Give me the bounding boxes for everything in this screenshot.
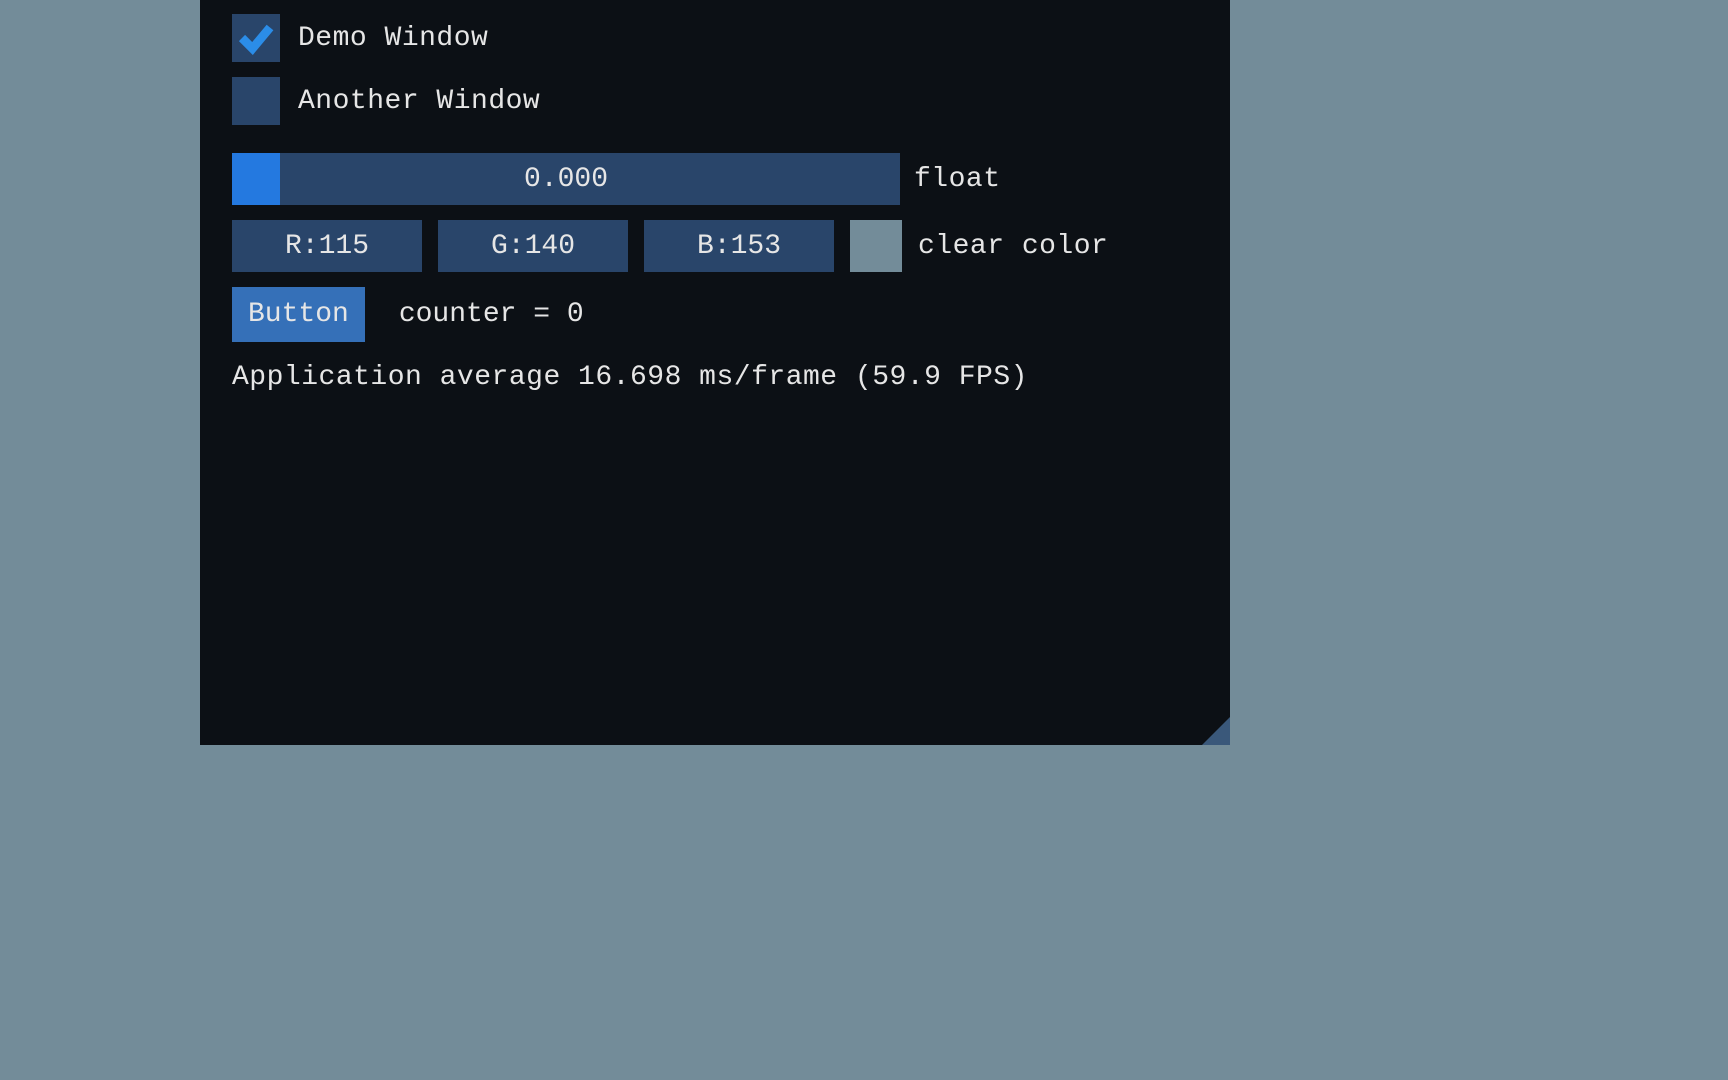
clear-color-label: clear color (918, 231, 1108, 262)
color-r-input[interactable]: R:115 (232, 220, 422, 272)
another-window-checkbox[interactable] (232, 77, 280, 125)
slider-grab-handle[interactable] (232, 153, 280, 205)
demo-window-label: Demo Window (298, 23, 488, 54)
counter-text: counter = 0 (399, 299, 584, 330)
color-swatch[interactable] (850, 220, 902, 272)
check-icon (235, 17, 277, 59)
another-window-label: Another Window (298, 86, 540, 117)
window-resize-grip[interactable] (1202, 717, 1230, 745)
float-slider-label: float (914, 164, 1001, 195)
color-b-input[interactable]: B:153 (644, 220, 834, 272)
imgui-window: Demo Window Another Window 0.000 float R… (200, 0, 1230, 745)
float-slider[interactable]: 0.000 (232, 153, 900, 205)
float-slider-value: 0.000 (232, 164, 900, 195)
color-g-input[interactable]: G:140 (438, 220, 628, 272)
counter-button[interactable]: Button (232, 287, 365, 342)
demo-window-checkbox[interactable] (232, 14, 280, 62)
frame-stats-text: Application average 16.698 ms/frame (59.… (232, 362, 1198, 393)
